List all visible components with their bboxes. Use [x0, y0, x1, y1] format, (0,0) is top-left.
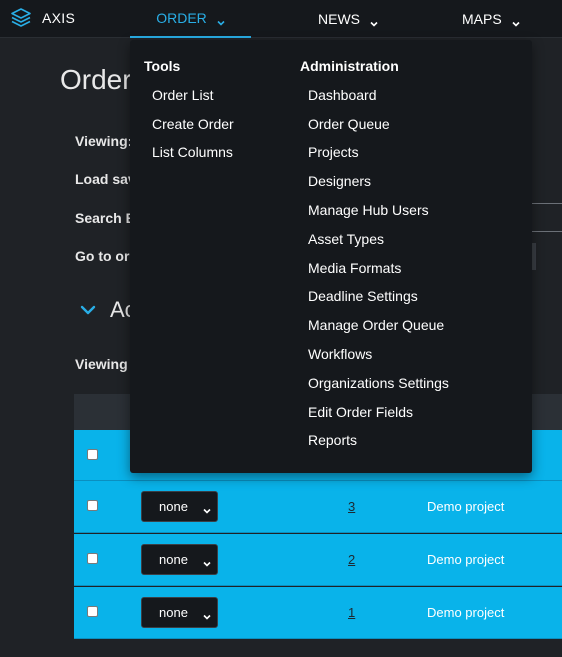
menu-item-projects[interactable]: Projects [308, 144, 359, 160]
nav-order[interactable]: ORDER [130, 0, 251, 38]
row-checkbox[interactable] [87, 500, 98, 511]
chevron-down-icon [512, 15, 520, 27]
row-checkbox[interactable] [87, 449, 98, 460]
menu-item-workflows[interactable]: Workflows [308, 346, 372, 362]
project-name: Demo project [427, 552, 505, 567]
order-dropdown-menu: Tools Administration Order List Create O… [130, 40, 532, 473]
menu-item-media-formats[interactable]: Media Formats [308, 260, 401, 276]
row-checkbox[interactable] [87, 553, 98, 564]
menu-item-asset-types[interactable]: Asset Types [308, 231, 384, 247]
status-select[interactable]: none [141, 597, 218, 628]
menu-item-manage-hub-users[interactable]: Manage Hub Users [308, 202, 429, 218]
menu-item-designers[interactable]: Designers [308, 173, 371, 189]
status-select-value: none [159, 605, 188, 620]
section-toggle-chevron-icon[interactable] [80, 302, 96, 318]
menu-item-create-order[interactable]: Create Order [152, 116, 234, 132]
chevron-down-icon [203, 609, 211, 620]
top-navbar: AXIS ORDER NEWS MAPS [0, 0, 562, 38]
nav-order-label: ORDER [156, 10, 207, 26]
menu-item-manage-order-queue[interactable]: Manage Order Queue [308, 317, 444, 333]
project-name: Demo project [427, 499, 505, 514]
page-title: Order [60, 64, 132, 95]
search-label: Search B [75, 210, 136, 226]
nav-news-label: NEWS [318, 11, 360, 27]
menu-item-order-list[interactable]: Order List [152, 87, 213, 103]
order-number-link[interactable]: 3 [348, 499, 355, 514]
search-input[interactable] [532, 203, 562, 232]
table-row: none 1 Demo project [74, 587, 562, 639]
status-select[interactable]: none [141, 544, 218, 575]
nav-maps[interactable]: MAPS [462, 0, 520, 38]
status-select[interactable]: none [141, 491, 218, 522]
status-select-value: none [159, 499, 188, 514]
chevron-down-icon [370, 15, 378, 27]
go-to-order-input[interactable] [532, 243, 536, 270]
menu-item-reports[interactable]: Reports [308, 432, 357, 448]
tools-heading: Tools [144, 58, 181, 74]
status-select-value: none [159, 552, 188, 567]
chevron-down-icon [203, 503, 211, 514]
table-row: none 3 Demo project [74, 481, 562, 533]
menu-item-edit-order-fields[interactable]: Edit Order Fields [308, 404, 413, 420]
menu-item-dashboard[interactable]: Dashboard [308, 87, 377, 103]
stacked-layers-icon [10, 7, 32, 29]
go-to-order-label: Go to ord [75, 248, 138, 264]
menu-item-list-columns[interactable]: List Columns [152, 144, 233, 160]
menu-item-deadline-settings[interactable]: Deadline Settings [308, 288, 418, 304]
menu-item-order-queue[interactable]: Order Queue [308, 116, 390, 132]
nav-news[interactable]: NEWS [318, 0, 378, 38]
chevron-down-icon [217, 14, 225, 26]
order-number-link[interactable]: 2 [348, 552, 355, 567]
brand-name: AXIS [42, 10, 76, 26]
menu-item-organizations-settings[interactable]: Organizations Settings [308, 375, 449, 391]
project-name: Demo project [427, 605, 505, 620]
row-checkbox[interactable] [87, 606, 98, 617]
load-saved-label: Load sav [75, 171, 136, 187]
viewing-label: Viewing: [75, 133, 133, 149]
nav-maps-label: MAPS [462, 11, 502, 27]
table-row: none 2 Demo project [74, 534, 562, 586]
order-number-link[interactable]: 1 [348, 605, 355, 620]
viewing-label-2: Viewing [75, 356, 128, 372]
administration-heading: Administration [300, 58, 399, 74]
chevron-down-icon [203, 556, 211, 567]
brand[interactable]: AXIS [10, 6, 75, 30]
